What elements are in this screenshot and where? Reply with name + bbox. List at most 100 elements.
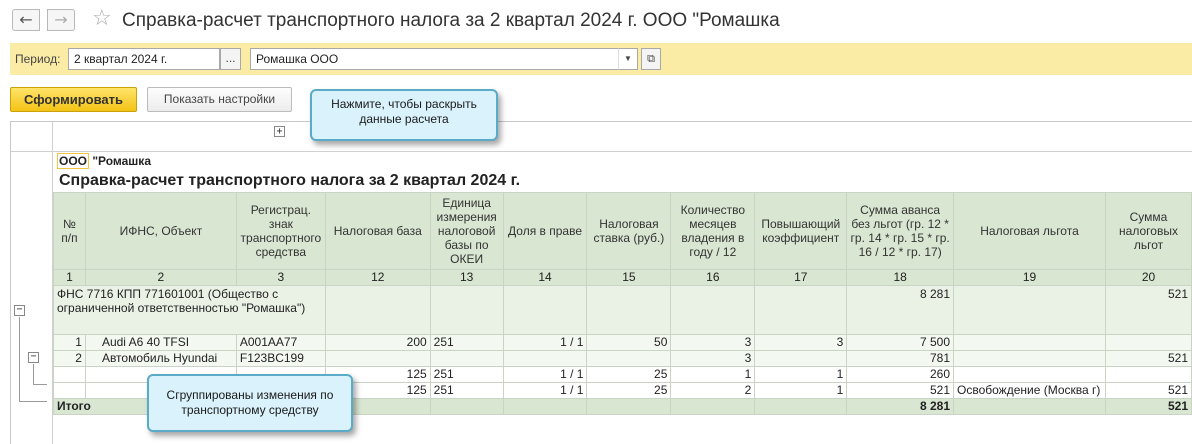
sum20-cell[interactable]: 521 bbox=[1105, 382, 1192, 399]
coef-cell[interactable] bbox=[754, 350, 848, 367]
table-cell[interactable] bbox=[324, 285, 431, 335]
rate-cell[interactable]: 50 bbox=[586, 334, 672, 351]
share-cell[interactable]: 1 / 1 bbox=[502, 366, 588, 383]
row-number[interactable]: 2 bbox=[53, 350, 86, 367]
star-icon[interactable]: ☆ bbox=[92, 6, 112, 31]
sum18-cell[interactable]: 260 bbox=[846, 366, 955, 383]
row-number[interactable] bbox=[53, 366, 86, 383]
okei-cell[interactable]: 251 bbox=[429, 382, 504, 399]
base-cell[interactable] bbox=[324, 350, 431, 367]
collapse-group-icon[interactable]: − bbox=[14, 305, 25, 316]
column-number: 12 bbox=[324, 269, 431, 286]
table-row[interactable]: 1 Audi A6 40 TFSI A001AA77 200 251 1 / 1… bbox=[53, 334, 1192, 351]
months-cell[interactable]: 3 bbox=[670, 350, 756, 367]
column-number: 1 bbox=[53, 269, 86, 286]
table-cell[interactable] bbox=[670, 398, 756, 415]
table-row[interactable]: 2 Автомобиль Hyundai F123BC199 3 781 521 bbox=[53, 350, 1192, 367]
generate-button[interactable]: Сформировать bbox=[10, 87, 137, 112]
sum20-cell[interactable] bbox=[1105, 334, 1192, 351]
object-cell[interactable]: Автомобиль Hyundai bbox=[84, 350, 237, 367]
sum20-cell[interactable]: 521 bbox=[1105, 350, 1192, 367]
table-cell[interactable] bbox=[502, 285, 588, 335]
okei-cell[interactable]: 251 bbox=[429, 334, 504, 351]
okei-cell[interactable] bbox=[429, 350, 504, 367]
okei-cell[interactable]: 251 bbox=[429, 366, 504, 383]
rate-cell[interactable]: 25 bbox=[586, 366, 672, 383]
rate-cell[interactable]: 25 bbox=[586, 382, 672, 399]
months-cell[interactable]: 1 bbox=[670, 366, 756, 383]
expand-hint-callout: Нажмите, чтобы раскрыть данные расчета bbox=[310, 89, 498, 141]
sum20-cell[interactable] bbox=[1105, 366, 1192, 383]
row-number[interactable] bbox=[53, 382, 86, 399]
column-header: Единица измерения налоговой базы по ОКЕИ bbox=[429, 192, 504, 270]
table-cell[interactable] bbox=[586, 285, 672, 335]
object-cell[interactable]: Audi A6 40 TFSI bbox=[84, 334, 237, 351]
share-cell[interactable]: 1 / 1 bbox=[502, 382, 588, 399]
tree-line bbox=[19, 401, 47, 402]
table-cell[interactable] bbox=[429, 285, 504, 335]
column-header: Налоговая ставка (руб.) bbox=[586, 192, 672, 270]
sum18-cell[interactable]: 7 500 bbox=[846, 334, 955, 351]
coef-cell[interactable]: 3 bbox=[754, 334, 848, 351]
share-cell[interactable] bbox=[502, 350, 588, 367]
benefit-cell[interactable]: Освобождение (Москва г) bbox=[953, 382, 1106, 399]
column-header: Налоговая льгота bbox=[953, 192, 1106, 270]
group-sum-20[interactable]: 521 bbox=[1105, 285, 1192, 335]
table-cell[interactable] bbox=[586, 398, 672, 415]
back-arrow-icon[interactable]: ← bbox=[12, 9, 40, 31]
table-cell[interactable] bbox=[670, 285, 756, 335]
period-select-button[interactable]: ... bbox=[220, 48, 241, 70]
rate-cell[interactable] bbox=[586, 350, 672, 367]
table-cell[interactable] bbox=[953, 398, 1106, 415]
column-header: Количество месяцев владения в году / 12 bbox=[670, 192, 756, 270]
column-number: 13 bbox=[429, 269, 504, 286]
org-name-rest: "Ромашка bbox=[89, 154, 151, 168]
period-input[interactable]: 2 квартал 2024 г. bbox=[68, 48, 220, 70]
sum18-cell[interactable]: 781 bbox=[846, 350, 955, 367]
benefit-cell[interactable] bbox=[953, 350, 1106, 367]
sum18-cell[interactable]: 521 bbox=[846, 382, 955, 399]
base-cell[interactable]: 200 bbox=[324, 334, 431, 351]
org-prefix-cell[interactable]: ООО bbox=[57, 153, 90, 169]
column-number: 14 bbox=[502, 269, 588, 286]
column-header: № п/п bbox=[53, 192, 86, 270]
group-sum-18[interactable]: 8 281 bbox=[846, 285, 955, 335]
table-cell[interactable] bbox=[953, 285, 1106, 335]
reg-cell[interactable]: F123BC199 bbox=[235, 350, 326, 367]
months-cell[interactable]: 2 bbox=[670, 382, 756, 399]
column-header: ИФНС, Объект bbox=[84, 192, 237, 270]
row-number[interactable]: 1 bbox=[53, 334, 86, 351]
collapse-vehicle-icon[interactable]: − bbox=[28, 352, 39, 363]
forward-arrow-icon[interactable]: → bbox=[47, 9, 75, 31]
share-cell[interactable]: 1 / 1 bbox=[502, 334, 588, 351]
table-cell[interactable] bbox=[429, 398, 504, 415]
benefit-cell[interactable] bbox=[953, 366, 1106, 383]
table-cell[interactable] bbox=[754, 285, 848, 335]
table-cell[interactable] bbox=[502, 398, 588, 415]
group-hint-callout: Сгруппированы изменения по транспортному… bbox=[147, 374, 353, 432]
months-cell[interactable]: 3 bbox=[670, 334, 756, 351]
table-cell[interactable] bbox=[754, 398, 848, 415]
header-row: № п/п ИФНС, Объект Регистрац. знак транс… bbox=[53, 192, 1192, 270]
group-row[interactable]: ФНС 7716 КПП 771601001 (Общество с огран… bbox=[53, 285, 1192, 335]
column-number: 2 bbox=[84, 269, 237, 286]
reg-cell[interactable]: A001AA77 bbox=[235, 334, 326, 351]
chevron-down-icon[interactable]: ▼ bbox=[618, 48, 638, 70]
report-organization: ООО "Ромашка bbox=[57, 153, 151, 169]
total-sum-18[interactable]: 8 281 bbox=[846, 398, 955, 415]
total-sum-20[interactable]: 521 bbox=[1105, 398, 1192, 415]
column-header: Налоговая база bbox=[324, 192, 431, 270]
expand-plus-icon[interactable]: + bbox=[274, 126, 285, 137]
column-header: Повышающий коэффициент bbox=[754, 192, 848, 270]
organization-input[interactable]: Ромашка ООО bbox=[250, 48, 628, 70]
show-settings-button[interactable]: Показать настройки bbox=[147, 87, 292, 112]
benefit-cell[interactable] bbox=[953, 334, 1106, 351]
tree-line bbox=[33, 364, 34, 384]
report-title: Справка-расчет транспортного налога за 2… bbox=[59, 172, 521, 189]
coef-cell[interactable]: 1 bbox=[754, 366, 848, 383]
open-organization-icon[interactable]: ⧉ bbox=[641, 48, 661, 70]
column-number: 20 bbox=[1105, 269, 1192, 286]
group-name-cell[interactable]: ФНС 7716 КПП 771601001 (Общество с огран… bbox=[53, 285, 326, 335]
column-number: 3 bbox=[235, 269, 326, 286]
coef-cell[interactable]: 1 bbox=[754, 382, 848, 399]
